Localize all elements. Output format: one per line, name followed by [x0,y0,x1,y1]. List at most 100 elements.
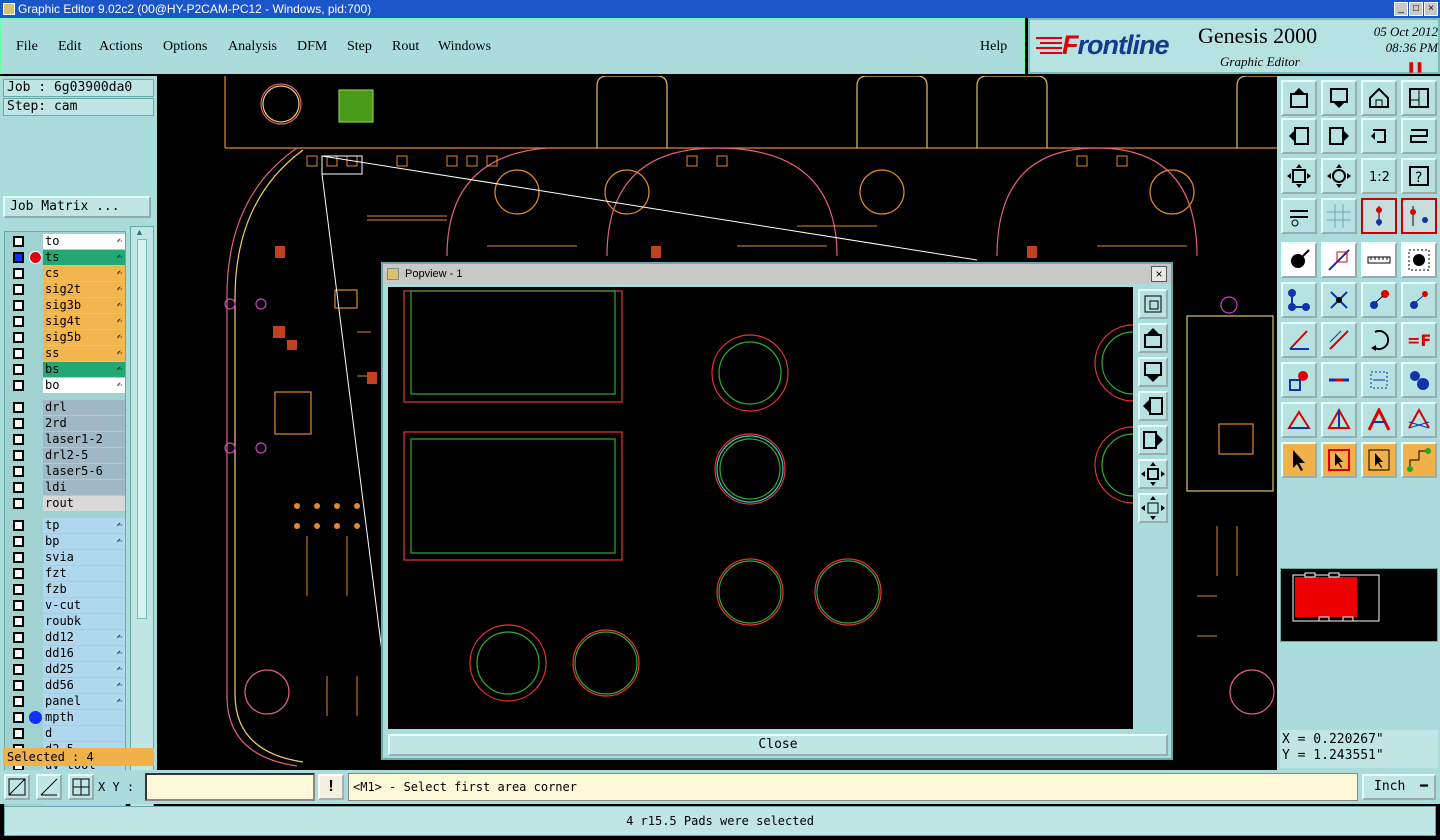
layer-name[interactable]: roubk [43,614,125,629]
layer-name[interactable]: panel ✍ [43,694,125,709]
layer-checkbox[interactable] [13,348,24,359]
minimap-view[interactable] [1281,569,1437,641]
tool-triangle-icon[interactable] [1281,402,1317,438]
minimize-button[interactable]: _ [1394,2,1408,16]
zoom-area-icon[interactable] [4,774,30,800]
popview-artwork[interactable] [388,287,1133,729]
layer-name[interactable]: sig3b ✍ [43,298,125,313]
layer-row-d[interactable]: d [7,726,125,741]
layer-name[interactable]: ts ✍ [43,250,125,265]
tool-open-step-icon[interactable] [1281,80,1317,116]
layer-checkbox[interactable] [13,680,24,691]
tool-arc-icon[interactable] [1361,322,1397,358]
layer-checkbox[interactable] [13,520,24,531]
tool-zoom-fit-icon[interactable] [1281,158,1317,194]
layer-checkbox[interactable] [13,380,24,391]
layer-checkbox[interactable] [13,584,24,595]
layer-row-v-cut[interactable]: v-cut [7,598,125,613]
layer-row-laser1-2[interactable]: laser1-2 [7,432,125,447]
minimap[interactable] [1280,568,1438,642]
tool-select-area-icon[interactable] [1361,442,1397,478]
layer-checkbox[interactable] [13,712,24,723]
layer-row-rout[interactable]: rout [7,496,125,511]
layer-name[interactable]: svia [43,550,125,565]
layer-name[interactable]: drl2-5 [43,448,125,463]
menu-actions[interactable]: Actions [99,39,143,55]
layer-checkbox[interactable] [13,418,24,429]
layer-row-dd56[interactable]: dd56 ✍ [7,678,125,693]
layer-row-sig4t[interactable]: sig4t ✍ [7,314,125,329]
layer-checkbox[interactable] [13,696,24,707]
tool-help-icon[interactable]: ? [1401,158,1437,194]
layer-checkbox[interactable] [13,536,24,547]
layer-row-roubk[interactable]: roubk [7,614,125,629]
layer-name[interactable]: fzb [43,582,125,597]
tool-angle-icon[interactable] [1281,322,1317,358]
tool-scale-1to2-icon[interactable]: 1:2 [1361,158,1397,194]
layer-name[interactable]: drl [43,400,125,415]
tool-net-icon[interactable] [1281,282,1317,318]
tool-mirror-icon[interactable] [1401,118,1437,154]
popview-close-icon[interactable]: × [1151,266,1167,282]
layer-row-ts[interactable]: ts ✍ [7,250,125,265]
tool-multi-pad-icon[interactable] [1401,362,1437,398]
layer-row-bs[interactable]: bs ✍ [7,362,125,377]
layer-row-dd25[interactable]: dd25 ✍ [7,662,125,677]
popview-pan-down-icon[interactable] [1138,357,1168,387]
layer-name[interactable]: tp ✍ [43,518,125,533]
tool-rotate-icon[interactable] [1361,118,1397,154]
layer-name[interactable]: ss ✍ [43,346,125,361]
layer-checkbox[interactable] [13,664,24,675]
layer-row-drl[interactable]: drl [7,400,125,415]
layer-checkbox[interactable] [13,498,24,509]
layer-name[interactable]: laser5-6 [43,464,125,479]
layer-name[interactable]: 2rd [43,416,125,431]
tool-select-arrow-icon[interactable] [1281,442,1317,478]
menu-options[interactable]: Options [163,39,207,55]
snap-grid-icon[interactable] [68,774,94,800]
layer-checkbox[interactable] [13,402,24,413]
layer-name[interactable]: v-cut [43,598,125,613]
layer-name[interactable]: sig2t ✍ [43,282,125,297]
layer-name[interactable]: d [43,726,125,741]
maximize-button[interactable]: □ [1409,2,1423,16]
layer-row-2rd[interactable]: 2rd [7,416,125,431]
layer-name[interactable]: dd25 ✍ [43,662,125,677]
tool-select-box-icon[interactable] [1321,442,1357,478]
layer-row-sig5b[interactable]: sig5b ✍ [7,330,125,345]
layer-row-laser5-6[interactable]: laser5-6 [7,464,125,479]
job-matrix-button[interactable]: Job Matrix ... [3,196,151,218]
layer-name[interactable]: dd56 ✍ [43,678,125,693]
layer-row-fzt[interactable]: fzt [7,566,125,581]
layer-scrollbar[interactable]: ▲ ▼ [130,226,154,820]
layer-name[interactable]: rout [43,496,125,511]
menu-help[interactable]: Help [980,39,1007,55]
layer-checkbox[interactable] [13,284,24,295]
popview-pan-left-icon[interactable] [1138,391,1168,421]
menu-file[interactable]: File [16,39,38,55]
layer-row-dd12[interactable]: dd12 ✍ [7,630,125,645]
tool-pad-select-icon[interactable] [1281,362,1317,398]
tool-home-icon[interactable] [1361,80,1397,116]
menu-step[interactable]: Step [347,39,372,55]
layer-row-mpth[interactable]: mpth [7,710,125,725]
menu-dfm[interactable]: DFM [297,39,327,55]
layer-row-tp[interactable]: tp ✍ [7,518,125,533]
layer-checkbox[interactable] [13,300,24,311]
tool-pan-right-icon[interactable] [1321,118,1357,154]
layer-name[interactable]: bp ✍ [43,534,125,549]
tool-connect-icon[interactable] [1401,198,1437,234]
measure-mode-icon[interactable] [36,774,62,800]
tool-triangle-split-icon[interactable] [1321,402,1357,438]
layer-checkbox[interactable] [13,268,24,279]
layer-checkbox[interactable] [13,332,24,343]
layer-row-panel[interactable]: panel ✍ [7,694,125,709]
layer-row-sig2t[interactable]: sig2t ✍ [7,282,125,297]
layer-checkbox[interactable] [13,600,24,611]
tool-delete-icon[interactable] [1321,282,1357,318]
popview-pan-up-icon[interactable] [1138,323,1168,353]
layer-name[interactable]: dd16 ✍ [43,646,125,661]
tool-zoom-center-icon[interactable] [1321,158,1357,194]
layer-name[interactable]: fzt [43,566,125,581]
layer-row-to[interactable]: to ✍ [7,234,125,249]
